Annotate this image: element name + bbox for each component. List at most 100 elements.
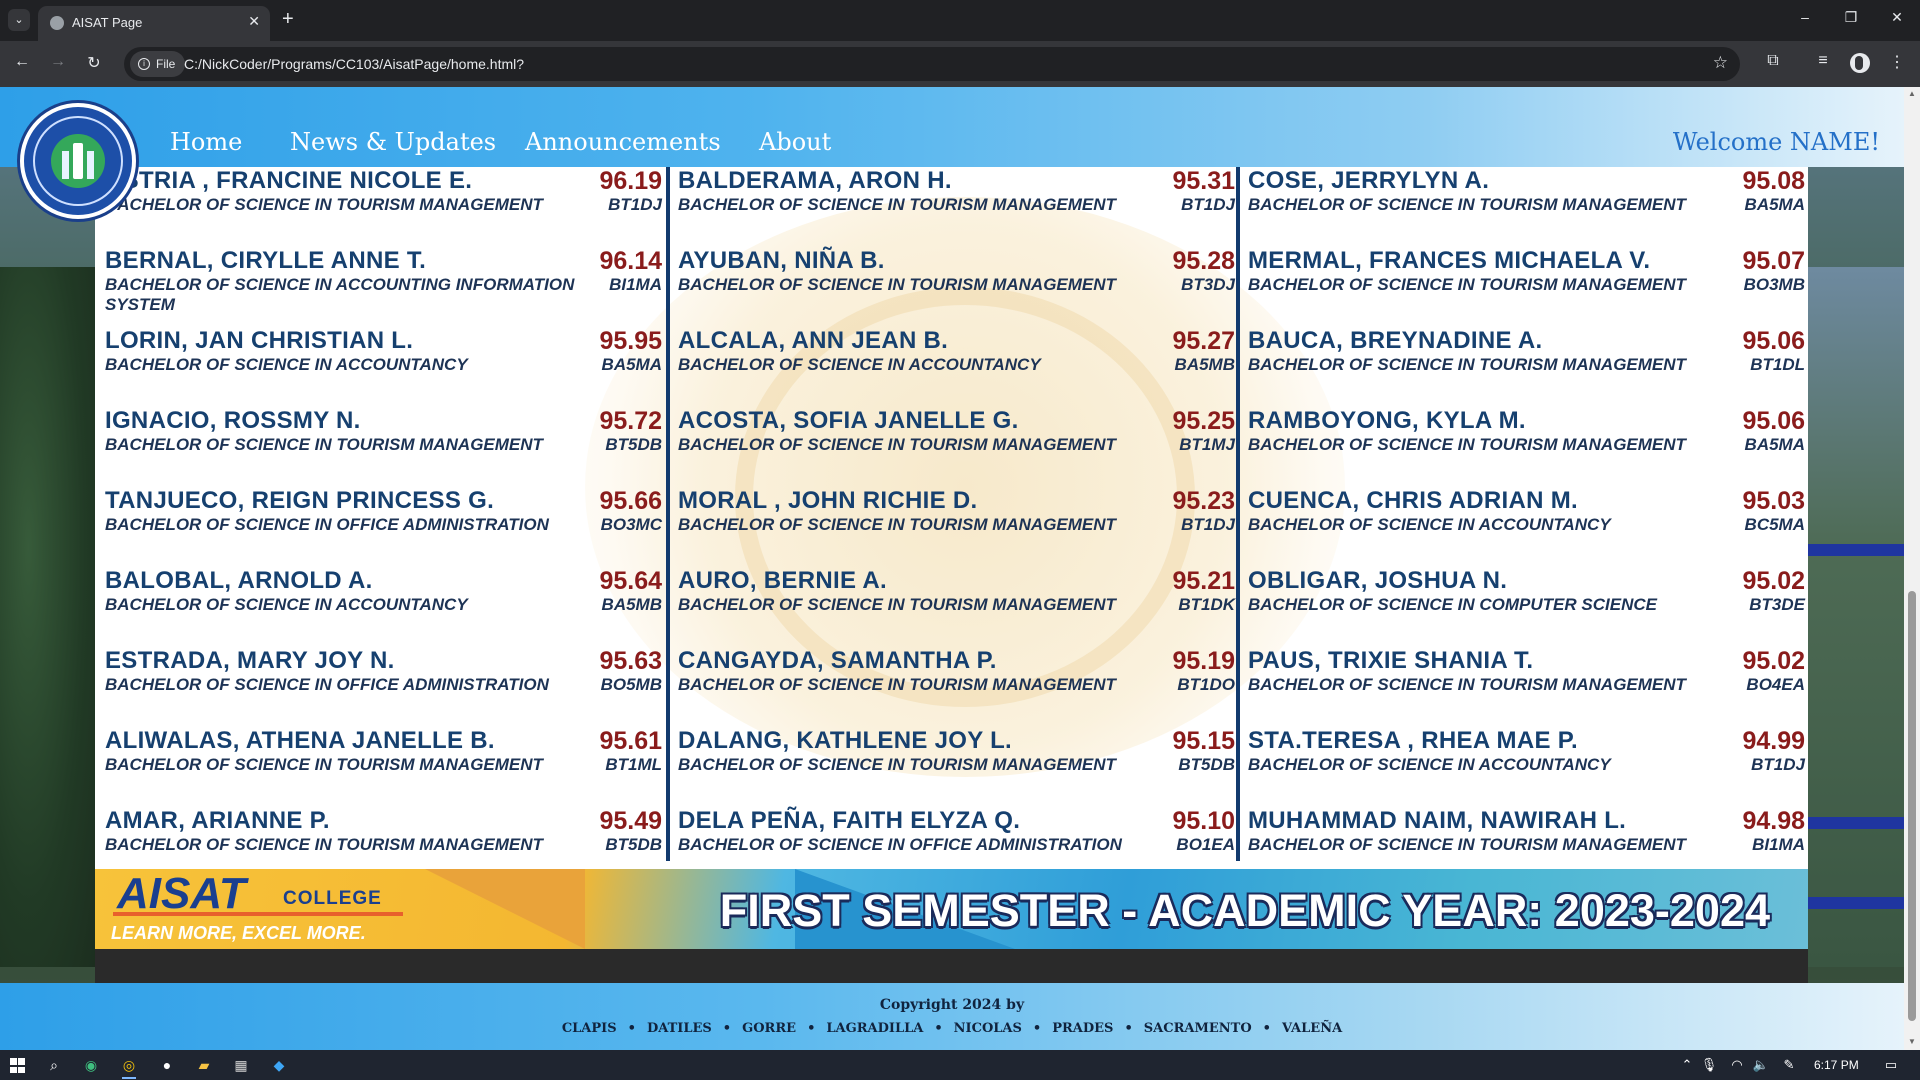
honoree-name: BAUCA, BREYNADINE A. (1248, 327, 1543, 354)
nav-news-link[interactable]: News & Updates (290, 128, 496, 156)
credit-name: SACRAMENTO (1143, 1021, 1252, 1036)
close-window-button[interactable]: ✕ (1882, 9, 1912, 26)
honoree-section: BT3DE (1749, 595, 1805, 614)
background-trees (0, 267, 95, 967)
github-icon[interactable]: ● (158, 1056, 176, 1074)
honoree-grade: 94.99 (1742, 727, 1805, 755)
honoree-grade: 95.49 (599, 807, 662, 835)
tab-close-icon[interactable]: ✕ (248, 13, 260, 30)
honoree-entry: AURO, BERNIE A. 95.21 BACHELOR OF SCIENCE … (678, 567, 1235, 647)
honoree-section: BT5DB (1178, 755, 1235, 774)
honoree-name: ALIWALAS, ATHENA JANELLE B. (105, 727, 495, 754)
honoree-name: MUHAMMAD NAIM, NAWIRAH L. (1248, 807, 1627, 834)
honoree-name: BALOBAL, ARNOLD A. (105, 567, 373, 594)
honoree-section: BT5DB (605, 835, 662, 854)
honoree-grade: 96.19 (599, 167, 662, 195)
deans-list-poster: USTRIA , FRANCINE NICOLE E. 96.19 BACHELOR… (95, 167, 1808, 949)
windows-start-icon[interactable] (10, 1058, 25, 1073)
restore-button[interactable]: ❐ (1836, 9, 1866, 26)
calculator-icon[interactable]: ▦ (232, 1056, 250, 1074)
bookmark-star-icon[interactable]: ☆ (1713, 53, 1728, 73)
edge-browser-icon[interactable]: ◉ (82, 1056, 100, 1074)
honoree-program: BACHELOR OF SCIENCE IN ACCOUNTANCY (678, 355, 1041, 374)
nav-about-link[interactable]: About (759, 128, 831, 156)
extensions-icon[interactable]: ⧉ (1762, 52, 1784, 70)
notification-icon[interactable]: ▭ (1882, 1057, 1900, 1073)
scroll-down-icon[interactable]: ▼ (1907, 1037, 1917, 1046)
search-icon[interactable]: ⌕ (45, 1056, 63, 1074)
tray-chevron-icon[interactable]: ⌃ (1678, 1057, 1696, 1073)
pen-icon[interactable]: ✎ (1780, 1057, 1798, 1073)
vscode-icon[interactable]: ◆ (270, 1056, 288, 1074)
honoree-name: RAMBOYONG, KYLA M. (1248, 407, 1526, 434)
credit-name: DATILES (646, 1021, 712, 1036)
honoree-section: BA5MA (601, 355, 662, 374)
honoree-program: BACHELOR OF SCIENCE IN TOURISM MANAGEMEN… (1248, 195, 1686, 214)
honoree-entry: IGNACIO, ROSSMY N. 95.72 BACHELOR OF SCIEN… (105, 407, 662, 487)
honoree-name: DELA PEÑA, FAITH ELYZA Q. (678, 807, 1021, 834)
tagline: LEARN MORE, EXCEL MORE. (111, 923, 366, 943)
nav-announcements-link[interactable]: Announcements (525, 128, 721, 156)
honoree-section: BT1DJ (1751, 755, 1805, 774)
building-stripe (1808, 897, 1904, 909)
browser-toolbar: ← → ↻ i File C:/NickCoder/Programs/CC103… (0, 41, 1920, 87)
honoree-entry: BERNAL, CIRYLLE ANNE T. 96.14 BACHELOR OF … (105, 247, 662, 327)
honoree-name: PAUS, TRIXIE SHANIA T. (1248, 647, 1534, 674)
site-info-button[interactable]: i File (130, 51, 186, 77)
tab-search-icon[interactable]: ⌄ (8, 9, 30, 31)
url-text[interactable]: C:/NickCoder/Programs/CC103/AisatPage/ho… (184, 56, 524, 72)
honoree-name: CUENCA, CHRIS ADRIAN M. (1248, 487, 1579, 514)
credit-name: VALEÑA (1281, 1021, 1343, 1036)
honoree-grade: 95.27 (1172, 327, 1235, 355)
credit-separator: • (807, 1021, 816, 1036)
vertical-scrollbar[interactable]: ▲ ▼ (1904, 87, 1920, 1050)
menu-kebab-icon[interactable]: ⋮ (1886, 52, 1908, 72)
honoree-name: CANGAYDA, SAMANTHA P. (678, 647, 997, 674)
aisat-seal-logo[interactable] (20, 103, 136, 219)
browser-tab[interactable]: AISAT Page ✕ (38, 6, 270, 41)
media-queue-icon[interactable]: ≡ (1812, 52, 1834, 70)
clock[interactable]: 6:17 PM (1814, 1058, 1859, 1072)
minimize-button[interactable]: – (1790, 9, 1820, 25)
profile-avatar-icon[interactable] (1850, 53, 1870, 73)
honoree-grade: 95.63 (599, 647, 662, 675)
honoree-entry: MERMAL, FRANCES MICHAELA V. 95.07 BACHELOR… (1248, 247, 1805, 327)
chrome-browser-icon[interactable]: ◎ (120, 1056, 138, 1074)
honoree-grade: 96.14 (599, 247, 662, 275)
honoree-program: BACHELOR OF SCIENCE IN TOURISM MANAGEMEN… (105, 195, 543, 214)
honoree-section: BT1DL (1750, 355, 1805, 374)
honoree-grade: 95.72 (599, 407, 662, 435)
microphone-icon[interactable]: 🎙 (1700, 1057, 1718, 1073)
credit-name: CLAPIS (561, 1021, 617, 1036)
honoree-entry: LORIN, JAN CHRISTIAN L. 95.95 BACHELOR OF … (105, 327, 662, 407)
forward-arrow-icon[interactable]: → (47, 53, 69, 71)
honoree-section: BT1ML (605, 755, 662, 774)
credit-name: GORRE (742, 1021, 797, 1036)
reload-icon[interactable]: ↻ (83, 53, 105, 73)
honoree-grade: 95.66 (599, 487, 662, 515)
honoree-name: MERMAL, FRANCES MICHAELA V. (1248, 247, 1651, 274)
wifi-icon[interactable]: ◠ (1728, 1057, 1746, 1073)
honoree-program: BACHELOR OF SCIENCE IN ACCOUNTING INFORM… (105, 275, 575, 314)
honoree-grade: 95.06 (1742, 407, 1805, 435)
logo-pillar (62, 151, 69, 179)
honoree-program: BACHELOR OF SCIENCE IN TOURISM MANAGEMEN… (105, 835, 543, 854)
file-explorer-icon[interactable]: ▰ (195, 1056, 213, 1074)
scroll-up-icon[interactable]: ▲ (1907, 89, 1917, 98)
address-bar[interactable]: i File C:/NickCoder/Programs/CC103/Aisat… (124, 47, 1740, 81)
new-tab-button[interactable]: + (282, 8, 294, 30)
honoree-section: BT1MJ (1179, 435, 1235, 454)
browser-tab-bar: ⌄ AISAT Page ✕ + – ❐ ✕ (0, 0, 1920, 41)
honoree-program: BACHELOR OF SCIENCE IN ACCOUNTANCY (1248, 755, 1611, 774)
honoree-entry: MORAL , JOHN RICHIE D. 95.23 BACHELOR OF S… (678, 487, 1235, 567)
honoree-program: BACHELOR OF SCIENCE IN TOURISM MANAGEMEN… (1248, 435, 1686, 454)
scrollbar-thumb[interactable] (1908, 591, 1916, 1021)
site-header: Home News & Updates Announcements About … (0, 87, 1904, 167)
honoree-grade: 95.61 (599, 727, 662, 755)
honoree-section: BT1DK (1178, 595, 1235, 614)
back-arrow-icon[interactable]: ← (11, 53, 33, 71)
nav-home-link[interactable]: Home (170, 128, 242, 156)
column-divider (1236, 167, 1240, 861)
volume-icon[interactable]: 🔈 (1752, 1057, 1770, 1073)
honoree-program: BACHELOR OF SCIENCE IN TOURISM MANAGEMEN… (1248, 835, 1686, 854)
